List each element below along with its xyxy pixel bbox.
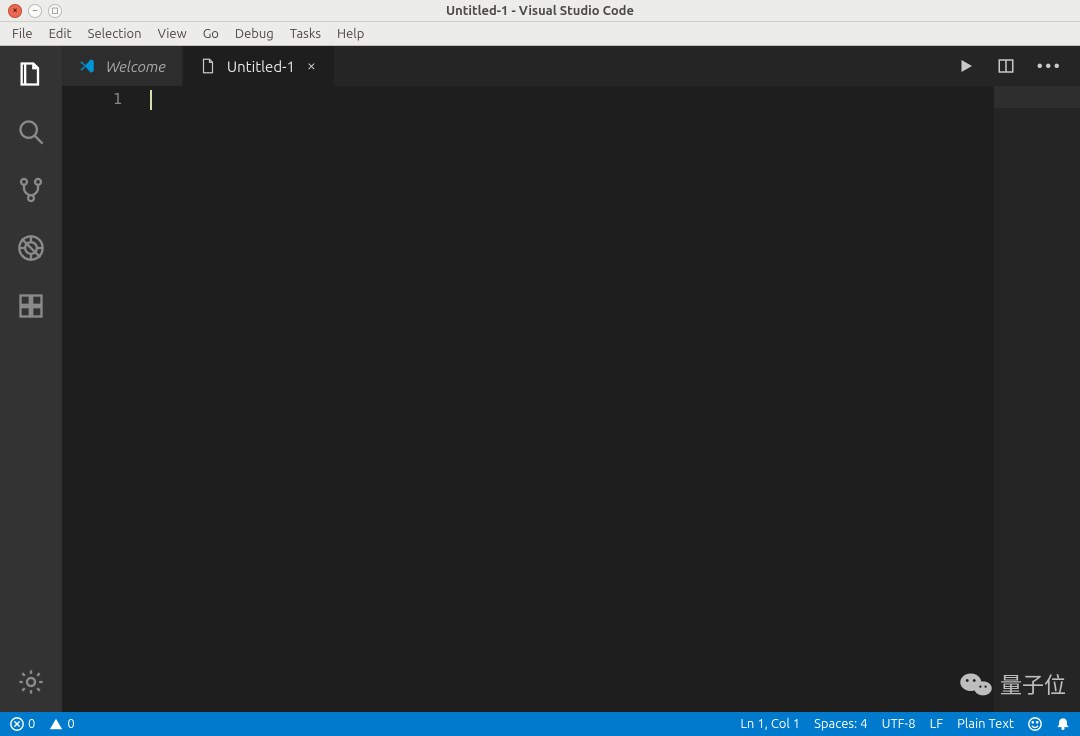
status-language-mode[interactable]: Plain Text: [957, 717, 1014, 731]
menu-help[interactable]: Help: [329, 25, 372, 43]
file-icon: [199, 57, 217, 75]
settings-gear-icon[interactable]: [15, 666, 47, 698]
status-warnings[interactable]: 0: [49, 717, 74, 731]
vscode-logo-icon: [78, 57, 96, 75]
status-notifications-icon[interactable]: [1056, 717, 1070, 731]
code-area[interactable]: [150, 86, 994, 712]
bell-icon: [1056, 717, 1070, 731]
tab-welcome[interactable]: Welcome: [62, 46, 183, 86]
menu-go[interactable]: Go: [195, 25, 227, 43]
os-titlebar: × – ◻ Untitled-1 - Visual Studio Code: [0, 0, 1080, 22]
minimap[interactable]: [994, 86, 1080, 712]
status-errors-count: 0: [28, 717, 35, 731]
menu-file[interactable]: File: [4, 25, 41, 43]
tab-untitled-1[interactable]: Untitled-1 ×: [183, 46, 335, 86]
tab-untitled-1-label: Untitled-1: [227, 58, 295, 75]
window-controls: × – ◻: [0, 4, 62, 18]
status-warnings-count: 0: [67, 717, 74, 731]
search-icon[interactable]: [15, 116, 47, 148]
minimap-viewport[interactable]: [994, 86, 1080, 108]
tab-welcome-label: Welcome: [106, 58, 166, 75]
status-errors[interactable]: 0: [10, 717, 35, 731]
menu-view[interactable]: View: [150, 25, 195, 43]
status-cursor-position[interactable]: Ln 1, Col 1: [740, 717, 800, 731]
line-number: 1: [62, 90, 122, 108]
explorer-icon[interactable]: [15, 58, 47, 90]
extensions-icon[interactable]: [15, 290, 47, 322]
window-minimize-button[interactable]: –: [28, 4, 42, 18]
status-feedback-icon[interactable]: [1028, 717, 1042, 731]
status-bar: 0 0 Ln 1, Col 1 Spaces: 4 UTF-8 LF Plain…: [0, 712, 1080, 736]
editor-body[interactable]: 1: [62, 86, 1080, 712]
editor-area: Welcome Untitled-1 × ••• 1: [62, 46, 1080, 712]
menu-edit[interactable]: Edit: [41, 25, 80, 43]
menu-debug[interactable]: Debug: [227, 25, 282, 43]
warning-icon: [49, 717, 63, 731]
run-icon[interactable]: [957, 57, 975, 75]
debug-icon[interactable]: [15, 232, 47, 264]
activity-bar: [0, 46, 62, 712]
workbench: Welcome Untitled-1 × ••• 1: [0, 46, 1080, 712]
split-editor-icon[interactable]: [997, 57, 1015, 75]
menu-tasks[interactable]: Tasks: [282, 25, 329, 43]
window-title: Untitled-1 - Visual Studio Code: [446, 4, 634, 18]
line-number-gutter: 1: [62, 86, 150, 712]
error-icon: [10, 717, 24, 731]
tab-bar: Welcome Untitled-1 × •••: [62, 46, 1080, 86]
text-cursor: [150, 90, 152, 110]
menu-selection[interactable]: Selection: [80, 25, 150, 43]
window-restore-button[interactable]: ◻: [48, 4, 62, 18]
more-actions-icon[interactable]: •••: [1037, 57, 1062, 75]
window-close-button[interactable]: ×: [8, 4, 22, 18]
smiley-icon: [1028, 717, 1042, 731]
status-eol[interactable]: LF: [930, 717, 943, 731]
tab-close-button[interactable]: ×: [305, 58, 318, 74]
status-encoding[interactable]: UTF-8: [882, 717, 916, 731]
editor-actions: •••: [957, 46, 1080, 86]
status-indentation[interactable]: Spaces: 4: [814, 717, 867, 731]
source-control-icon[interactable]: [15, 174, 47, 206]
menu-bar: File Edit Selection View Go Debug Tasks …: [0, 22, 1080, 46]
